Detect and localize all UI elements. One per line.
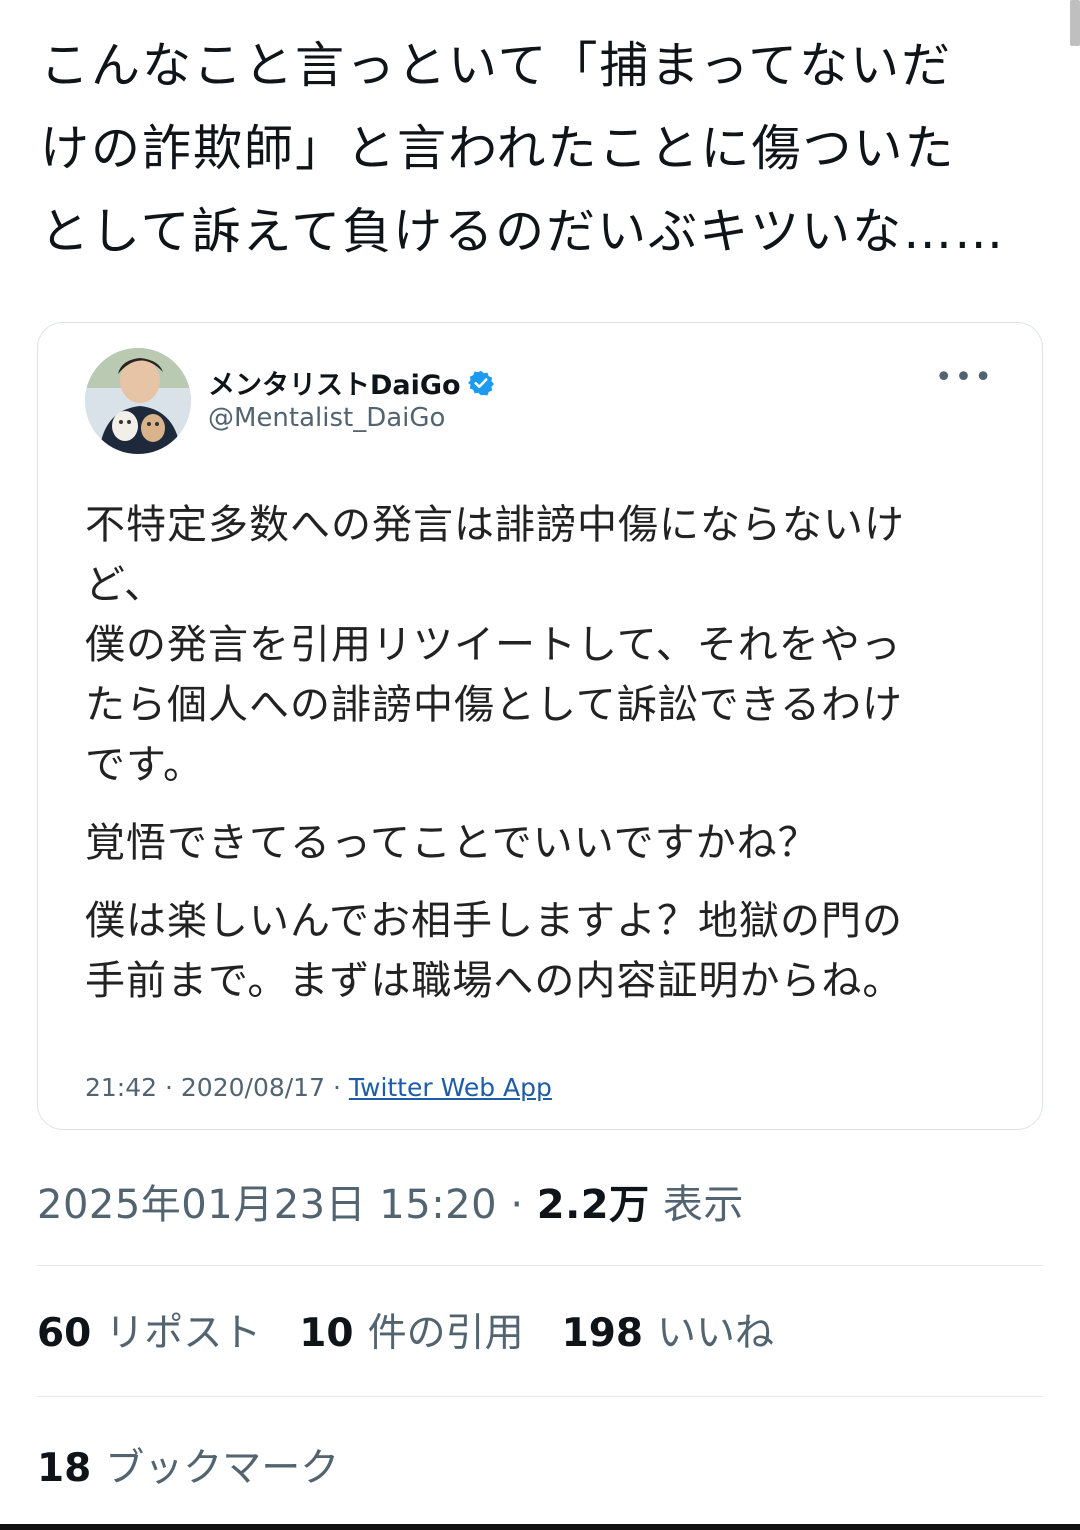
post-text-line: けの詐欺師」と言われたことに傷ついた <box>40 120 956 177</box>
likes-stat[interactable]: 198 いいね <box>562 1302 774 1358</box>
engagement-stats: 60 リポスト 10 件の引用 198 いいね <box>37 1302 774 1358</box>
quoted-tweet-card[interactable]: メンタリストDaiGo @Mentalist_DaiGo ••• 不特定多数への… <box>37 322 1043 1130</box>
quoted-paragraph: 僕は楽しいんでお相手しますよ？地獄の門の 手前まで。まずは職場への内容証明からね… <box>85 898 904 1004</box>
quoted-date: 2020/08/17 <box>180 1073 325 1102</box>
bookmarks-label: ブックマーク <box>105 1446 340 1491</box>
separator: · <box>510 1182 524 1228</box>
views-label: 表示 <box>662 1182 744 1228</box>
divider <box>37 1265 1043 1266</box>
separator: · <box>332 1073 341 1102</box>
quoted-source-link[interactable]: Twitter Web App <box>349 1073 552 1102</box>
quotes-stat[interactable]: 10 件の引用 <box>299 1302 523 1358</box>
post-text-line: こんなこと言っといて「捕まってないだ <box>40 37 953 94</box>
reposts-count: 60 <box>37 1311 92 1356</box>
quoted-tweet-meta: 21:42 · 2020/08/17 · Twitter Web App <box>85 1073 552 1102</box>
quoted-paragraph: 不特定多数への発言は誹謗中傷にならないけ ど、 僕の発言を引用リツイートして、そ… <box>85 502 905 788</box>
post-timestamp[interactable]: 2025年01月23日 15:20 <box>37 1182 497 1228</box>
divider <box>37 1396 1043 1397</box>
scrollbar[interactable] <box>1070 0 1080 46</box>
quoted-display-name[interactable]: メンタリストDaiGo <box>208 363 495 402</box>
quotes-label: 件の引用 <box>367 1311 524 1356</box>
post-meta-row: 2025年01月23日 15:20 · 2.2万 表示 <box>37 1172 744 1230</box>
display-name-text: メンタリストDaiGo <box>208 370 461 401</box>
quoted-paragraph: 覚悟できてるってことでいいですかね？ <box>85 820 819 866</box>
post-text-line: として訴えて負けるのだいぶキツいな…… <box>40 203 1006 260</box>
reposts-label: リポスト <box>105 1311 262 1356</box>
bookmarks-count: 18 <box>37 1446 92 1491</box>
quoted-time: 21:42 <box>85 1073 158 1102</box>
likes-count: 198 <box>561 1311 644 1356</box>
bottom-edge <box>0 1524 1080 1530</box>
verified-badge-icon <box>467 369 495 397</box>
views-count: 2.2万 <box>536 1182 650 1228</box>
likes-label: いいね <box>657 1311 775 1356</box>
bookmarks-stat[interactable]: 18 ブックマーク <box>37 1437 339 1493</box>
more-options-icon[interactable]: ••• <box>935 363 994 393</box>
post-text: こんなこと言っといて「捕まってないだ けの詐欺師」と言われたことに傷ついた として訴… <box>40 24 1050 273</box>
separator: · <box>165 1073 173 1102</box>
quoted-tweet-body: 不特定多数への発言は誹謗中傷にならないけ ど、 僕の発言を引用リツイートして、そ… <box>85 495 990 1029</box>
quoted-handle[interactable]: @Mentalist_DaiGo <box>208 403 445 433</box>
quotes-count: 10 <box>299 1311 354 1356</box>
avatar[interactable] <box>85 348 191 454</box>
reposts-stat[interactable]: 60 リポスト <box>37 1302 261 1358</box>
